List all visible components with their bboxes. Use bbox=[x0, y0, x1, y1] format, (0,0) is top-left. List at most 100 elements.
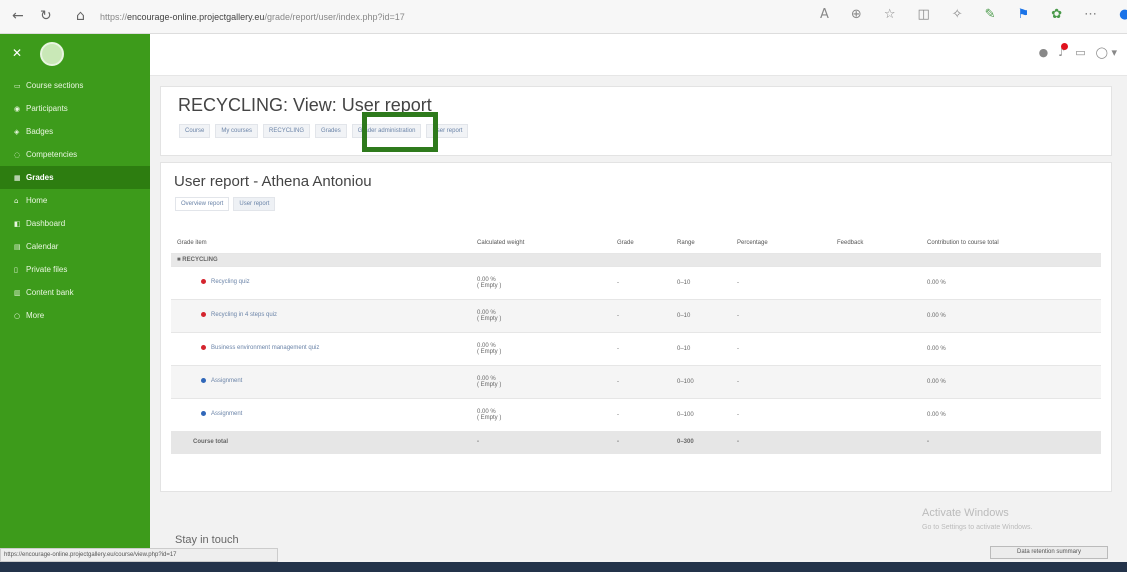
extension-green-icon[interactable]: ✎ bbox=[985, 7, 996, 22]
sidebar-item-calendar[interactable]: ▤ Calendar bbox=[0, 235, 150, 258]
sidebar-item-private-files[interactable]: ▯ Private files bbox=[0, 258, 150, 281]
sidebar-item-label: Private files bbox=[26, 265, 68, 274]
column-header[interactable]: Contribution to course total bbox=[921, 233, 1101, 254]
dashboard-icon: ◧ bbox=[14, 219, 21, 228]
report-panel: User report - Athena Antoniou Overview r… bbox=[160, 162, 1112, 492]
address-bar[interactable]: https://encourage-online.projectgallery.… bbox=[100, 7, 800, 27]
grade-item-link[interactable]: Assignment bbox=[211, 412, 242, 418]
grade-item-cell[interactable]: Business environment management quiz bbox=[171, 332, 471, 366]
read-aloud-icon[interactable]: A bbox=[820, 7, 829, 22]
extension-leaf-icon[interactable]: ✿ bbox=[1051, 7, 1062, 22]
tab-overview-report[interactable]: Overview report bbox=[175, 197, 230, 211]
sidebar-item-content-bank[interactable]: ▥ Content bank bbox=[0, 281, 150, 304]
feedback-cell bbox=[831, 365, 921, 399]
copilot-icon[interactable]: ● bbox=[1119, 7, 1127, 22]
sidebar-item-badges[interactable]: ◈ Badges bbox=[0, 120, 150, 143]
folder-icon: ▭ bbox=[14, 81, 21, 90]
quiz-icon bbox=[201, 279, 206, 285]
grade-item-cell[interactable]: Assignment bbox=[171, 398, 471, 432]
grade-item-cell[interactable]: Recycling quiz bbox=[171, 266, 471, 300]
sidebar-item-label: Badges bbox=[26, 127, 54, 136]
weight-cell: - bbox=[471, 431, 611, 454]
zoom-icon[interactable]: ⊕ bbox=[851, 7, 862, 22]
avatar[interactable]: ◯ ▾ bbox=[1096, 46, 1117, 59]
table-row: Recycling quiz 0.00 % ( Empty ) -0–10-0.00… bbox=[171, 266, 1101, 300]
grade-item-cell[interactable]: Recycling in 4 steps quiz bbox=[171, 299, 471, 333]
badge-icon: ◈ bbox=[14, 127, 20, 136]
close-drawer-icon[interactable]: ✕ bbox=[12, 46, 22, 60]
sidebar-item-participants[interactable]: ◉ Participants bbox=[0, 97, 150, 120]
sidebar-item-competencies[interactable]: ◌ Competencies bbox=[0, 143, 150, 166]
percentage-cell: - bbox=[731, 398, 831, 432]
contribution-cell: - bbox=[921, 431, 1101, 454]
grade-item-link[interactable]: Business environment management quiz bbox=[211, 346, 319, 352]
range-cell: 0–300 bbox=[671, 431, 731, 454]
search-icon[interactable]: ● bbox=[1039, 46, 1049, 59]
breadcrumb-item[interactable]: My courses bbox=[215, 124, 259, 138]
column-header[interactable]: Calculated weight bbox=[471, 233, 611, 254]
data-retention-button[interactable]: Data retention summary bbox=[990, 546, 1108, 559]
reload-icon[interactable]: ↻ bbox=[40, 8, 52, 24]
weight-cell: 0.00 % ( Empty ) bbox=[471, 266, 611, 300]
weight-cell: 0.00 % ( Empty ) bbox=[471, 365, 611, 399]
grades-icon: ▦ bbox=[14, 173, 21, 182]
site-logo[interactable] bbox=[40, 42, 64, 66]
grade-cell: - bbox=[611, 299, 671, 333]
sidebar-item-dashboard[interactable]: ◧ Dashboard bbox=[0, 212, 150, 235]
weight-cell: 0.00 % ( Empty ) bbox=[471, 299, 611, 333]
table-row: Business environment management quiz 0.00… bbox=[171, 332, 1101, 366]
menu-dots-icon[interactable]: ⋯ bbox=[1084, 7, 1097, 22]
breadcrumb-item[interactable]: RECYCLING bbox=[263, 124, 311, 138]
sidebar-item-course-sections[interactable]: ▭ Course sections bbox=[0, 74, 150, 97]
extensions-icon[interactable]: ✧ bbox=[952, 7, 963, 22]
tab-user-report[interactable]: User report bbox=[233, 197, 276, 211]
extension-blue-icon[interactable]: ⚑ bbox=[1018, 7, 1030, 22]
grade-item-link[interactable]: Recycling quiz bbox=[211, 280, 250, 286]
activate-windows-subtitle: Go to Settings to activate Windows. bbox=[922, 524, 1033, 531]
sidebar-item-label: Calendar bbox=[26, 242, 59, 251]
grade-item-link[interactable]: Recycling in 4 steps quiz bbox=[211, 313, 277, 319]
sidebar-item-label: Course sections bbox=[26, 81, 84, 90]
column-header[interactable]: Grade item bbox=[171, 233, 471, 254]
page-header: RECYCLING: View: User report Course My co… bbox=[160, 86, 1112, 156]
assignment-icon bbox=[201, 411, 206, 417]
column-header[interactable]: Feedback bbox=[831, 233, 921, 254]
grade-cell: - bbox=[611, 332, 671, 366]
favorite-star-icon[interactable]: ☆ bbox=[884, 7, 896, 22]
contribution-cell: 0.00 % bbox=[921, 299, 1101, 333]
split-screen-icon[interactable]: ◫ bbox=[917, 7, 929, 22]
column-header[interactable]: Grade bbox=[611, 233, 671, 254]
assignment-icon bbox=[201, 378, 206, 384]
report-title: User report - Athena Antoniou bbox=[174, 173, 372, 190]
table-header-row: Grade item Calculated weight Grade Range Per… bbox=[171, 233, 1101, 254]
breadcrumb-item[interactable]: Grades bbox=[315, 124, 347, 138]
sidebar-item-more[interactable]: ○ More bbox=[0, 304, 150, 327]
activate-windows-title: Activate Windows bbox=[922, 507, 1009, 519]
weight-cell: 0.00 % ( Empty ) bbox=[471, 332, 611, 366]
top-navbar: ● ♪ ▭ ◯ ▾ bbox=[150, 34, 1127, 76]
grade-item-link[interactable]: Assignment bbox=[211, 379, 242, 385]
notification-bell-icon[interactable]: ♪ bbox=[1058, 43, 1069, 59]
calendar-icon: ▤ bbox=[14, 242, 21, 251]
sidebar-item-label: Content bank bbox=[26, 288, 74, 297]
percentage-cell: - bbox=[731, 365, 831, 399]
percentage-cell: - bbox=[731, 299, 831, 333]
feedback-cell bbox=[831, 431, 921, 454]
contribution-cell: 0.00 % bbox=[921, 266, 1101, 300]
column-header[interactable]: Percentage bbox=[731, 233, 831, 254]
column-header[interactable]: Range bbox=[671, 233, 731, 254]
stay-in-touch: Stay in touch bbox=[175, 534, 239, 546]
bank-icon: ▥ bbox=[14, 288, 21, 297]
windows-taskbar bbox=[0, 562, 1127, 572]
grade-table: Grade item Calculated weight Grade Range Per… bbox=[171, 233, 1101, 454]
grade-item-cell[interactable]: Assignment bbox=[171, 365, 471, 399]
browser-toolbar: ← ↻ ⌂ https://encourage-online.projectga… bbox=[0, 0, 1127, 34]
grade-cell: - bbox=[611, 365, 671, 399]
percentage-cell: - bbox=[731, 266, 831, 300]
sidebar-item-grades[interactable]: ▦ Grades bbox=[0, 166, 150, 189]
back-arrow-icon[interactable]: ← bbox=[12, 8, 24, 24]
messages-icon[interactable]: ▭ bbox=[1075, 46, 1085, 59]
sidebar-item-label: Grades bbox=[26, 173, 54, 182]
sidebar-item-home[interactable]: ⌂ Home bbox=[0, 189, 150, 212]
breadcrumb-item[interactable]: Course bbox=[179, 124, 211, 138]
